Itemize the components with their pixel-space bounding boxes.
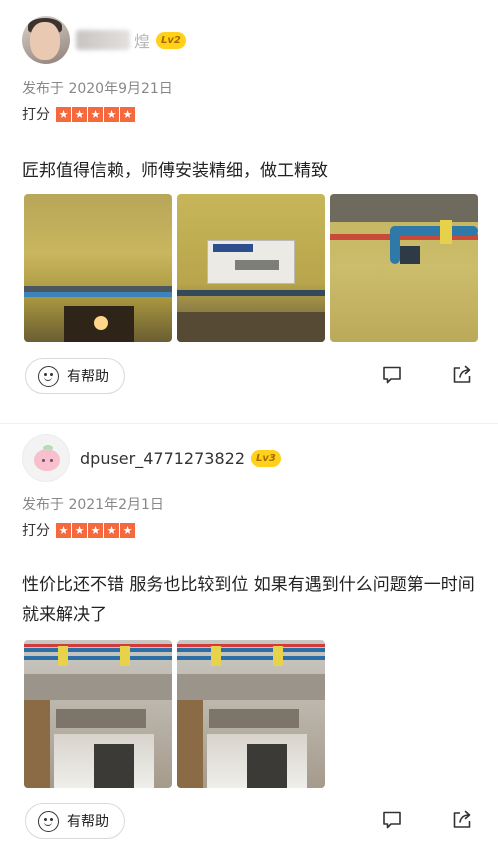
user-row: 煌 Lv2 — [22, 16, 186, 64]
star-icon: ★ — [56, 522, 71, 538]
star-icon: ★ — [72, 522, 87, 538]
rating-label: 打分 — [22, 107, 50, 123]
user-avatar[interactable] — [22, 434, 70, 482]
username[interactable]: 煌 — [134, 28, 150, 52]
level-badge: Lv2 — [156, 31, 186, 49]
star-rating: ★ ★ ★ ★ ★ — [56, 522, 136, 538]
user-row: dpuser_4771273822 Lv3 — [22, 434, 281, 482]
helpful-button[interactable]: 有帮助 — [25, 803, 125, 839]
review-photo[interactable] — [177, 640, 325, 788]
review-text: 性价比还不错 服务也比较到位 如果有遇到什么问题第一时间就来解决了 — [22, 575, 475, 625]
comment-icon[interactable] — [382, 366, 402, 384]
helpful-button[interactable]: 有帮助 — [25, 358, 125, 394]
helpful-label: 有帮助 — [67, 369, 109, 385]
smile-icon — [38, 365, 59, 387]
review-divider — [0, 423, 498, 424]
rating-row: 打分 ★ ★ ★ ★ ★ — [22, 104, 136, 124]
review-photo[interactable] — [24, 194, 172, 342]
post-date: 发布于 2021年2月1日 — [22, 497, 164, 513]
photo-grid — [24, 640, 325, 788]
star-icon: ★ — [88, 106, 103, 122]
review-photo[interactable] — [330, 194, 478, 342]
review-photo[interactable] — [24, 640, 172, 788]
star-icon: ★ — [120, 522, 135, 538]
post-date: 发布于 2020年9月21日 — [22, 81, 173, 97]
action-bar: 有帮助 — [0, 803, 498, 843]
smile-icon — [38, 810, 59, 832]
level-badge: Lv3 — [251, 449, 281, 467]
star-icon: ★ — [56, 106, 71, 122]
star-icon: ★ — [104, 106, 119, 122]
comment-icon[interactable] — [382, 811, 402, 829]
star-rating: ★ ★ ★ ★ ★ — [56, 106, 136, 122]
share-icon[interactable] — [452, 364, 472, 384]
review-photo[interactable] — [177, 194, 325, 342]
review-text: 匠邦值得信赖，师傅安装精细，做工精致 — [22, 161, 328, 181]
star-icon: ★ — [88, 522, 103, 538]
star-icon: ★ — [120, 106, 135, 122]
share-icon[interactable] — [452, 809, 472, 829]
photo-grid — [24, 194, 478, 342]
blurred-name — [76, 30, 130, 50]
rating-row: 打分 ★ ★ ★ ★ ★ — [22, 520, 136, 540]
helpful-label: 有帮助 — [67, 814, 109, 830]
star-icon: ★ — [104, 522, 119, 538]
rating-label: 打分 — [22, 523, 50, 539]
user-avatar[interactable] — [22, 16, 70, 64]
action-bar: 有帮助 — [0, 358, 498, 398]
star-icon: ★ — [72, 106, 87, 122]
username[interactable]: dpuser_4771273822 — [80, 449, 245, 468]
